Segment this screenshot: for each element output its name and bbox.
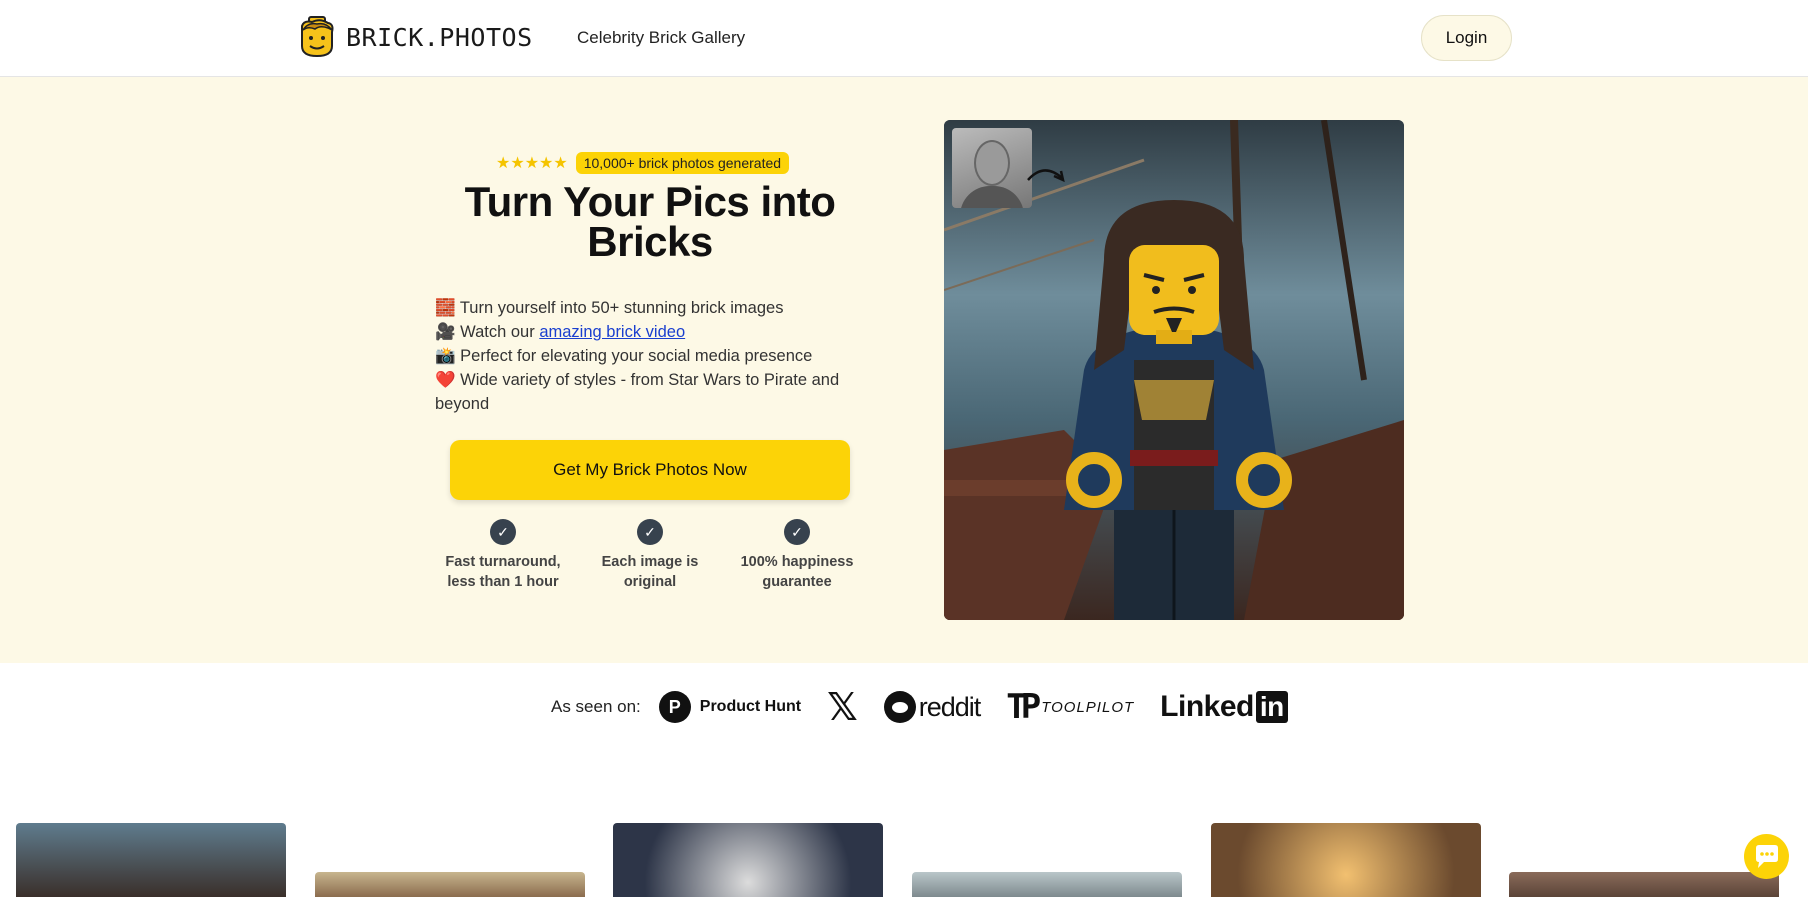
hero-title: Turn Your Pics into Bricks <box>464 178 836 265</box>
guarantee-text: Each image is original <box>601 554 699 590</box>
gallery-image[interactable] <box>16 823 286 897</box>
feature-item: ❤️ Wide variety of styles - from Star Wa… <box>435 368 865 416</box>
feature-list: 🧱 Turn yourself into 50+ stunning brick … <box>435 296 865 416</box>
guarantee-list: ✓ Fast turnaround, less than 1 hour ✓ Ea… <box>430 519 870 592</box>
check-icon: ✓ <box>784 519 810 545</box>
feature-text: Perfect for elevating your social media … <box>460 347 813 365</box>
feature-text: Wide variety of styles - from Star Wars … <box>435 371 840 413</box>
feature-text: Watch our <box>460 323 540 341</box>
rating-row: ★★★★★ 10,000+ brick photos generated <box>496 152 790 174</box>
get-brick-photos-button[interactable]: Get My Brick Photos Now <box>450 440 850 500</box>
gallery-image[interactable] <box>315 872 585 897</box>
guarantee-item: ✓ Fast turnaround, less than 1 hour <box>430 519 576 592</box>
brick-video-link[interactable]: amazing brick video <box>539 323 685 341</box>
guarantee-text: 100% happiness guarantee <box>740 554 854 590</box>
generated-count-badge: 10,000+ brick photos generated <box>575 152 790 174</box>
heart-emoji-icon: ❤️ <box>435 371 456 389</box>
linkedin-icon: in <box>1255 691 1288 723</box>
x-icon: 𝕏 <box>827 685 858 729</box>
chat-icon <box>1755 844 1778 868</box>
curved-arrow-icon <box>1027 169 1065 183</box>
hero-section: ★★★★★ 10,000+ brick photos generated Tur… <box>0 77 1808 663</box>
feature-item: 📸 Perfect for elevating your social medi… <box>435 344 865 368</box>
gallery-image[interactable] <box>912 872 1182 897</box>
reddit-logo: reddit <box>883 691 982 723</box>
brand-name: BRICK.PHOTOS <box>346 22 533 52</box>
camera-emoji-icon: 🎥 <box>435 323 456 341</box>
brick-head-logo-icon <box>301 16 334 58</box>
linkedin-text: Linked <box>1160 690 1254 723</box>
source-photo-thumbnail <box>952 128 1032 208</box>
feature-text: Turn yourself into 50+ stunning brick im… <box>459 299 784 317</box>
linkedin-logo: Linked in <box>1160 690 1288 724</box>
toolpilot-icon: TP <box>1006 687 1041 727</box>
rating-stars-icon: ★★★★★ <box>496 155 568 172</box>
guarantee-item: ✓ 100% happiness guarantee <box>724 519 870 592</box>
toolpilot-logo: TP TOOLPILOT <box>1006 687 1134 727</box>
nav-celebrity-gallery-link[interactable]: Celebrity Brick Gallery <box>577 28 745 48</box>
toolpilot-name: TOOLPILOT <box>1041 698 1135 716</box>
reddit-name: reddit <box>918 691 982 722</box>
as-seen-on-label: As seen on: <box>551 697 641 716</box>
check-icon: ✓ <box>490 519 516 545</box>
photo-emoji-icon: 📸 <box>435 347 456 365</box>
hero-brick-pirate-image <box>944 120 1404 620</box>
brick-photo-gallery <box>0 823 1808 897</box>
guarantee-text: Fast turnaround, less than 1 hour <box>445 554 561 590</box>
feature-item: 🎥 Watch our amazing brick video <box>435 320 865 344</box>
as-seen-on-bar: As seen on: P Product Hunt 𝕏 reddit TP T… <box>551 685 1314 729</box>
product-hunt-name: Product Hunt <box>699 698 802 715</box>
feature-item: 🧱 Turn yourself into 50+ stunning brick … <box>435 296 865 320</box>
chat-bubble-icon[interactable] <box>1744 834 1789 879</box>
gallery-image[interactable] <box>613 823 883 897</box>
site-header: BRICK.PHOTOS Celebrity Brick Gallery Log… <box>0 0 1808 77</box>
brick-emoji-icon: 🧱 <box>435 299 456 317</box>
reddit-icon <box>883 691 916 723</box>
product-hunt-logo: P Product Hunt <box>658 691 802 723</box>
guarantee-item: ✓ Each image is original <box>577 519 723 592</box>
gallery-image[interactable] <box>1509 872 1779 897</box>
brand-logo[interactable]: BRICK.PHOTOS <box>298 16 533 58</box>
login-button[interactable]: Login <box>1421 15 1512 61</box>
product-hunt-icon: P <box>658 691 691 723</box>
gallery-image[interactable] <box>1211 823 1481 897</box>
x-logo: 𝕏 <box>827 685 858 729</box>
check-icon: ✓ <box>637 519 663 545</box>
